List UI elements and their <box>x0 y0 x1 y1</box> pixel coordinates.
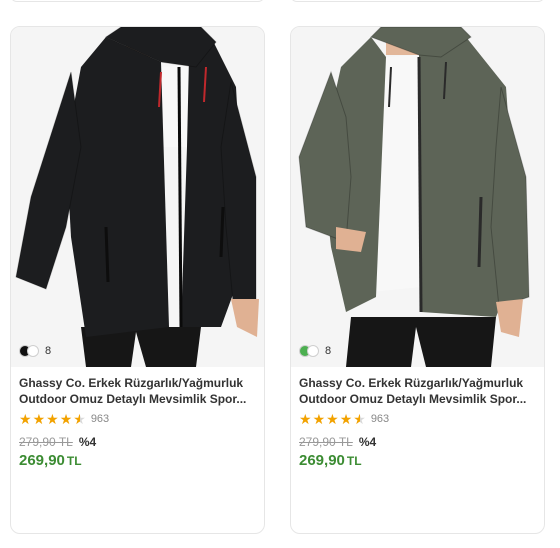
star-icon: ★ <box>19 411 32 427</box>
current-price: 269,90 TL <box>19 452 82 469</box>
color-swatch-dot <box>27 345 39 357</box>
old-price: 279,90 TL <box>19 435 73 449</box>
color-count: 8 <box>45 345 52 357</box>
star-half-icon: ★ <box>73 411 86 427</box>
star-icon: ★ <box>32 411 46 427</box>
current-price: 269,90 TL <box>299 452 362 469</box>
rating: ★ ★ ★ ★ ★ 963 <box>19 412 109 426</box>
star-icon: ★ <box>299 411 312 427</box>
star-icon: ★ <box>59 411 73 427</box>
color-swatches[interactable]: 8 <box>299 343 331 359</box>
discount-badge: %4 <box>78 435 97 449</box>
product-title-line: Outdoor Omuz Detaylı Mevsimlik Spor... <box>299 392 527 406</box>
old-price-row: 279,90 TL %4 <box>299 435 376 449</box>
previous-card-edge <box>290 0 545 2</box>
color-swatch-group <box>19 345 41 357</box>
star-icon: ★ <box>339 411 353 427</box>
currency: TL <box>346 454 362 468</box>
color-swatch-group <box>299 345 321 357</box>
star-icon: ★ <box>326 411 339 427</box>
rating-count: 963 <box>90 413 110 425</box>
discount-badge: %4 <box>358 435 377 449</box>
current-price-value: 269,90 <box>299 452 345 469</box>
color-count: 8 <box>325 345 332 357</box>
rating: ★ ★ ★ ★ ★ 963 <box>299 412 389 426</box>
product-image[interactable] <box>291 27 544 367</box>
star-half-icon: ★ <box>353 411 366 427</box>
star-icon: ★ <box>312 411 326 427</box>
product-card[interactable]: 8 Ghassy Co. Erkek Rüzgarlık/Yağmurluk O… <box>10 26 265 534</box>
old-price-row: 279,90 TL %4 <box>19 435 96 449</box>
product-title-line: Ghassy Co. Erkek Rüzgarlık/Yağmurluk <box>299 376 524 390</box>
product-title-line: Outdoor Omuz Detaylı Mevsimlik Spor... <box>19 392 247 406</box>
previous-card-edge <box>10 0 265 2</box>
current-price-value: 269,90 <box>19 452 65 469</box>
product-title[interactable]: Ghassy Co. Erkek Rüzgarlık/Yağmurluk Out… <box>19 375 259 407</box>
star-icon: ★ <box>46 411 59 427</box>
color-swatch-dot <box>307 345 319 357</box>
product-title[interactable]: Ghassy Co. Erkek Rüzgarlık/Yağmurluk Out… <box>299 375 539 407</box>
rating-count: 963 <box>370 413 390 425</box>
currency: TL <box>66 454 82 468</box>
old-price: 279,90 TL <box>299 435 353 449</box>
color-swatches[interactable]: 8 <box>19 343 51 359</box>
product-image[interactable] <box>11 27 264 367</box>
product-title-line: Ghassy Co. Erkek Rüzgarlık/Yağmurluk <box>19 376 244 390</box>
product-card[interactable]: 8 Ghassy Co. Erkek Rüzgarlık/Yağmurluk O… <box>290 26 545 534</box>
